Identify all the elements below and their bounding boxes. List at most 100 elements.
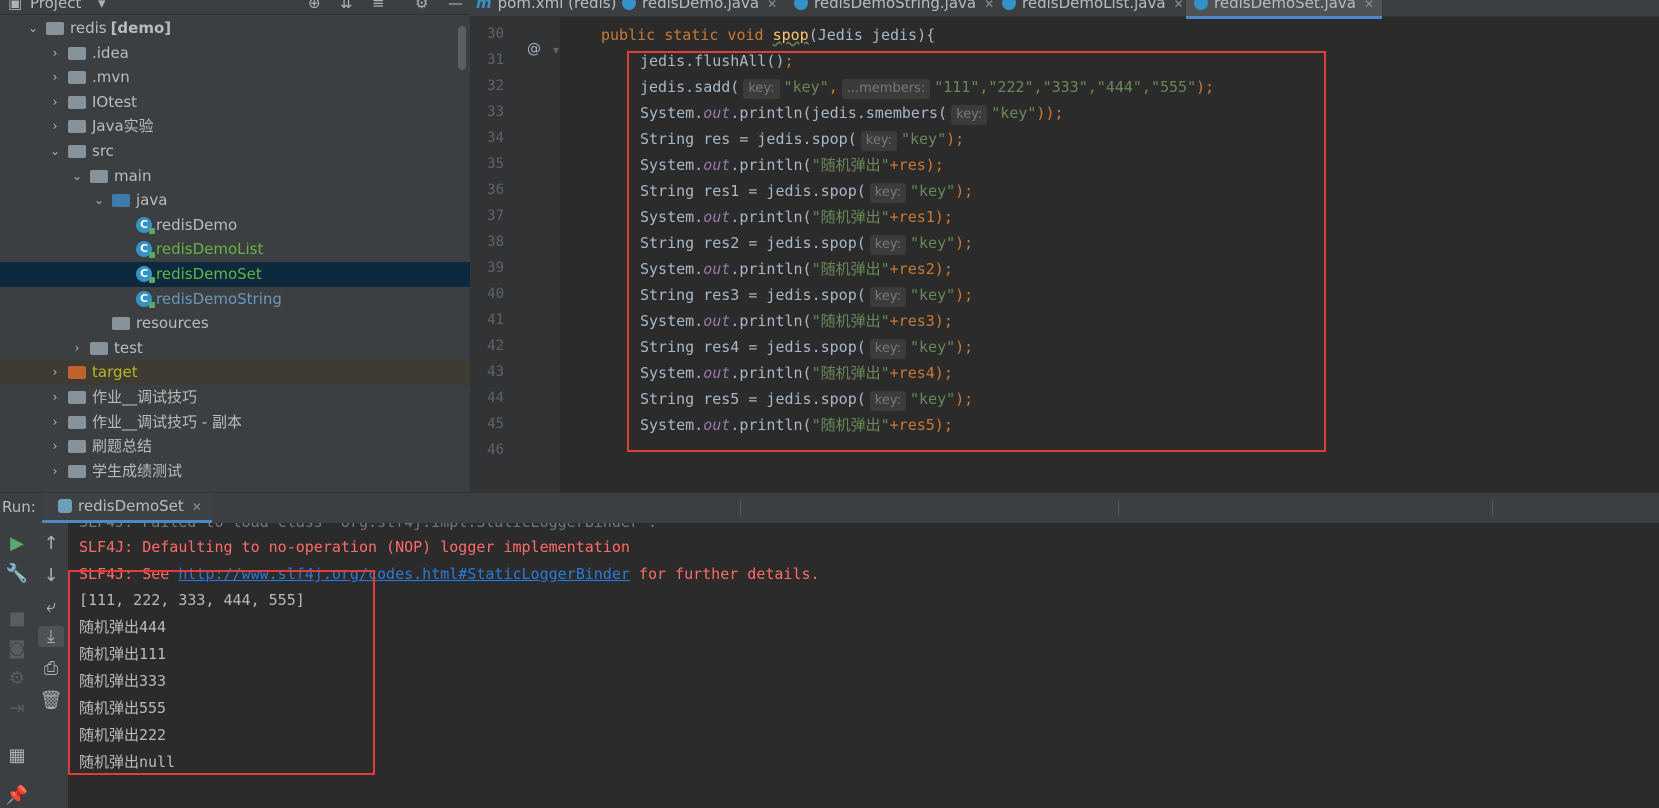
tree-item[interactable]: › .idea (0, 41, 470, 66)
arrow-up-icon[interactable]: ↑ (34, 533, 68, 554)
console-output[interactable]: SLF4J: Failed to load class "org.slf4j.i… (68, 523, 1659, 808)
close-icon[interactable]: ✕ (984, 0, 994, 11)
run-tab-redisdemoset[interactable]: redisDemoSet ✕ (42, 493, 212, 523)
folder-icon (68, 46, 86, 60)
line-number: 30 (487, 26, 504, 42)
tree-item[interactable]: › test (0, 336, 470, 361)
camera-icon[interactable]: ◙ (0, 638, 34, 659)
close-icon[interactable]: ✕ (1364, 0, 1374, 11)
class-icon: C (136, 290, 155, 308)
tree-item[interactable]: ⌄ main (0, 164, 470, 189)
pin-icon[interactable]: 📌 (0, 785, 34, 806)
chevron-right-icon[interactable]: › (48, 385, 62, 410)
tree-item[interactable]: › 学生成绩测试 (0, 459, 470, 484)
tree-item-label: 作业__调试技巧 (92, 388, 198, 406)
chevron-down-icon[interactable]: ⌄ (26, 16, 40, 41)
project-scrollbar[interactable] (458, 26, 466, 70)
divider (1492, 501, 1493, 515)
scroll-to-end-icon[interactable]: ⤓ (38, 626, 64, 647)
tree-item[interactable]: › .mvn (0, 65, 470, 90)
divider (740, 501, 741, 515)
folder-icon (68, 71, 86, 85)
chevron-right-icon[interactable]: › (48, 41, 62, 66)
line-number: 39 (487, 260, 504, 276)
close-icon[interactable]: ✕ (1174, 0, 1184, 11)
tree-item[interactable]: CredisDemoString (0, 287, 470, 312)
print-icon[interactable]: ⎙ (34, 658, 68, 679)
settings-icon[interactable]: ⚙ (0, 668, 34, 689)
tree-item-label: main (114, 166, 152, 185)
rerun-icon[interactable]: ▶ (0, 533, 34, 554)
wrench-icon[interactable]: 🔧 (0, 563, 34, 584)
chevron-down-icon[interactable]: ▾ (98, 0, 106, 12)
tree-item[interactable]: › IOtest (0, 90, 470, 115)
chevron-down-icon[interactable]: ⌄ (92, 188, 106, 213)
tree-item[interactable]: › 刷题总结 (0, 434, 470, 459)
tree-item[interactable]: › Java实验 (0, 114, 470, 139)
tree-item-label: redisDemo (156, 215, 238, 234)
chevron-right-icon[interactable]: › (48, 360, 62, 385)
close-icon[interactable]: ✕ (767, 0, 777, 11)
folder-icon (68, 95, 86, 109)
run-left-toolbar: ▶ 🔧 ■ ◙ ⚙ ⇥ ▦ 📌 (0, 523, 34, 808)
tree-item[interactable]: ⌄ redis [demo] (0, 16, 470, 41)
class-icon (794, 0, 808, 10)
tree-item[interactable]: ⌄ java (0, 188, 470, 213)
line-number: 36 (487, 182, 504, 198)
layout-icon[interactable]: ▦ (0, 745, 34, 766)
exit-icon[interactable]: ⇥ (0, 698, 34, 719)
tree-item[interactable]: CredisDemoList (0, 237, 470, 262)
code-editor: mpom.xml (redis)✕ redisDemo.java✕ redisD… (470, 0, 1659, 492)
tree-item[interactable]: › 作业__调试技巧 - 副本 (0, 410, 470, 435)
tree-item[interactable]: › 作业__调试技巧 (0, 385, 470, 410)
stop-icon[interactable]: ■ (0, 608, 34, 629)
project-title[interactable]: Project (30, 0, 81, 12)
line-number: 43 (487, 364, 504, 380)
class-icon (1002, 0, 1016, 10)
chevron-right-icon[interactable]: › (48, 410, 62, 435)
tree-item[interactable]: CredisDemoSet (0, 262, 470, 287)
project-panel: ▣ Project ▾ ⊕ ⇊ ≡ ⚙ — ⌄ redis [demo] › .idea… (0, 0, 470, 492)
tree-item-label: redisDemoString (156, 289, 282, 308)
tab-redisdemo[interactable]: redisDemo.java ✕ (622, 0, 777, 16)
expand-all-icon[interactable]: ⇊ (340, 0, 353, 12)
soft-wrap-icon[interactable]: ⤶ (34, 596, 68, 617)
collapse-all-icon[interactable]: ≡ (372, 0, 385, 12)
hide-icon[interactable]: — (448, 0, 463, 12)
gear-icon[interactable]: ⚙ (415, 0, 428, 12)
folder-icon (112, 194, 130, 208)
tree-item-label: src (92, 142, 114, 160)
chevron-right-icon[interactable]: › (48, 114, 62, 139)
tab-redisdemolist[interactable]: redisDemoList.java ✕ (1002, 0, 1184, 16)
folder-icon (112, 317, 130, 331)
arrow-down-icon[interactable]: ↓ (34, 565, 68, 586)
project-panel-header: ▣ Project ▾ ⊕ ⇊ ≡ ⚙ — (0, 0, 470, 15)
tree-item-label: 刷题总结 (92, 437, 153, 456)
tree-item[interactable]: › target (0, 360, 470, 386)
tree-item[interactable]: ⌄ src (0, 139, 470, 164)
line-number: 31 (487, 52, 504, 68)
chevron-right-icon[interactable]: › (48, 65, 62, 90)
chevron-right-icon[interactable]: › (48, 434, 62, 459)
code-area[interactable]: public static void spop(Jedis jedis){ je… (560, 16, 1659, 492)
tree-item[interactable]: CredisDemo (0, 213, 470, 238)
close-icon[interactable]: ✕ (192, 500, 202, 514)
tab-redisdemostring[interactable]: redisDemoString.java ✕ (794, 0, 994, 16)
chevron-down-icon[interactable]: ⌄ (70, 164, 84, 189)
implements-marker-icon[interactable]: @ (527, 41, 541, 57)
folder-icon (68, 391, 86, 404)
line-gutter: 30 31 32 33 34 35 36 37 38 39 40 41 42 43 44 45 46 @ ▾ (470, 16, 560, 492)
line-number: 37 (487, 208, 504, 224)
chevron-right-icon[interactable]: › (70, 336, 84, 361)
fold-icon[interactable]: ▾ (553, 43, 559, 57)
line-number: 42 (487, 338, 504, 354)
chevron-down-icon[interactable]: ⌄ (48, 139, 62, 164)
chevron-right-icon[interactable]: › (48, 459, 62, 484)
line-number: 35 (487, 156, 504, 172)
locate-icon[interactable]: ⊕ (308, 0, 321, 12)
chevron-right-icon[interactable]: › (48, 90, 62, 115)
tree-item[interactable]: resources (0, 311, 470, 336)
tab-pom[interactable]: mpom.xml (redis)✕ (476, 0, 634, 16)
trash-icon[interactable]: 🗑 (34, 690, 68, 711)
tree-item-label: test (114, 338, 143, 357)
